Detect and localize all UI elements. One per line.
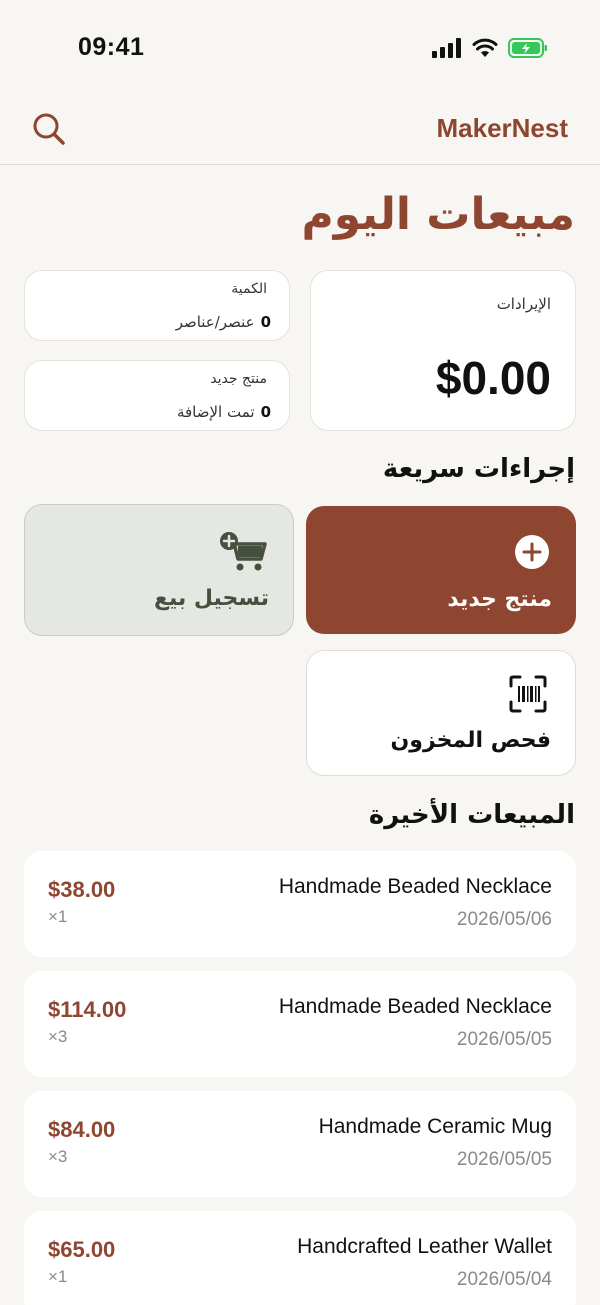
sale-product-name: Handcrafted Leather Wallet [297, 1235, 552, 1258]
new-product-card: منتج جديد 0 تمت الإضافة [24, 360, 290, 431]
sale-quantity: ×3 [48, 1147, 68, 1166]
quantity-value: 0 [260, 313, 271, 331]
list-item[interactable]: Handcrafted Leather Wallet 2026/05/04 $6… [24, 1211, 576, 1305]
list-item[interactable]: Handmade Ceramic Mug 2026/05/05 $84.00 ×… [24, 1091, 576, 1197]
wifi-icon [472, 38, 498, 57]
sale-product-name: Handmade Beaded Necklace [278, 995, 552, 1018]
search-button[interactable] [30, 110, 70, 150]
sale-quantity: ×1 [48, 1267, 68, 1286]
barcode-scan-icon [509, 675, 547, 713]
sale-price: $84.00 [48, 1117, 116, 1142]
revenue-label: الإيرادات [496, 295, 551, 313]
sale-product-name: Handmade Beaded Necklace [278, 875, 552, 898]
status-time: 09:41 [78, 33, 145, 61]
list-item[interactable]: Handmade Beaded Necklace 2026/05/05 $114… [24, 971, 576, 1077]
record-sale-button-label: تسجيل بيع [153, 586, 269, 611]
sale-quantity: ×1 [48, 907, 68, 926]
cart-add-icon [220, 532, 267, 571]
quantity-label: الكمية [231, 281, 267, 297]
sale-date: 2026/05/05 [456, 1149, 552, 1170]
list-item[interactable]: Handmade Beaded Necklace 2026/05/06 $38.… [24, 851, 576, 957]
sale-price: $38.00 [48, 877, 116, 902]
sale-date: 2026/05/06 [456, 909, 552, 930]
quantity-card: الكمية 0 عنصر/عناصر [24, 270, 290, 341]
page-title: مبيعات اليوم [301, 189, 575, 240]
status-icons [432, 38, 548, 58]
quick-actions-title: إجراءات سريعة [382, 454, 575, 484]
battery-icon [508, 38, 547, 58]
quantity-unit: عنصر/عناصر [175, 313, 255, 331]
search-icon [33, 113, 65, 145]
sale-price: $65.00 [48, 1237, 116, 1262]
status-bar: 09:41 [0, 0, 600, 96]
record-sale-button[interactable]: تسجيل بيع [24, 504, 294, 636]
sale-quantity: ×3 [48, 1027, 68, 1046]
app-header: MakerNest [0, 96, 600, 165]
brand-logo-text: MakerNest [436, 113, 568, 143]
new-product-button-label: منتج جديد [447, 587, 552, 612]
new-product-unit: تمت الإضافة [176, 403, 255, 421]
new-product-label: منتج جديد [210, 371, 267, 387]
quantity-value-row: 0 عنصر/عناصر [176, 313, 271, 331]
plus-circle-icon [515, 535, 549, 569]
revenue-value: $0.00 [435, 352, 551, 404]
revenue-card: الإيرادات $0.00 [310, 270, 576, 431]
check-inventory-button[interactable]: فحص المخزون [306, 650, 576, 776]
sale-date: 2026/05/04 [456, 1269, 552, 1290]
new-product-value-row: 0 تمت الإضافة [177, 403, 271, 421]
new-product-value: 0 [260, 403, 271, 421]
new-product-button[interactable]: منتج جديد [306, 506, 576, 634]
signal-icon [432, 38, 461, 58]
check-inventory-button-label: فحص المخزون [390, 728, 551, 753]
sale-date: 2026/05/05 [456, 1029, 552, 1050]
recent-sales-title: المبيعات الأخيرة [368, 800, 575, 830]
sale-product-name: Handmade Ceramic Mug [318, 1115, 552, 1138]
sale-price: $114.00 [48, 997, 127, 1022]
